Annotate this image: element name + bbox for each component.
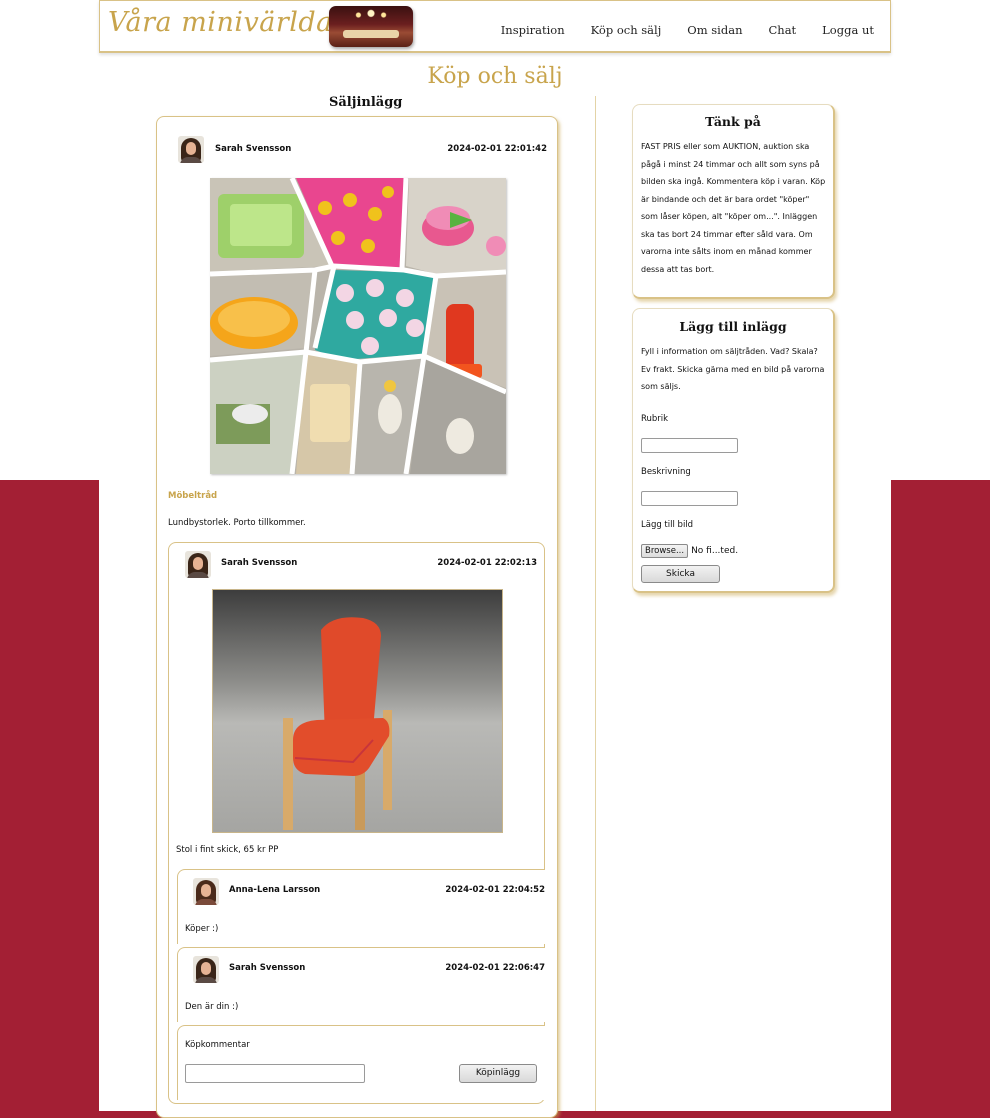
add-post-card: Lägg till inlägg Fyll i information om s… (632, 308, 835, 593)
post-subject: Möbeltråd (168, 491, 218, 501)
buy-comment-input[interactable] (185, 1064, 365, 1083)
comment-card: Sarah Svensson 2024-02-01 22:02:13 Stol … (168, 542, 545, 1104)
rubrik-input[interactable] (641, 438, 738, 453)
post-body: Lundbystorlek. Porto tillkommer. (168, 518, 306, 528)
logo-image (329, 6, 413, 47)
nav-kop-och-salj[interactable]: Köp och sälj (591, 23, 662, 37)
beskrivning-label: Beskrivning (641, 467, 691, 477)
section-title: Säljinlägg (329, 95, 403, 110)
reply-body: Köper :) (185, 924, 219, 934)
rubrik-label: Rubrik (641, 414, 669, 424)
reply-date: 2024-02-01 22:04:52 (445, 885, 545, 895)
post-author[interactable]: Sarah Svensson (215, 144, 291, 154)
nav-logga-ut[interactable]: Logga ut (822, 23, 874, 37)
reply-author[interactable]: Anna-Lena Larsson (229, 885, 320, 895)
comment-date: 2024-02-01 22:02:13 (437, 558, 537, 568)
site-header: Våra minivärldar Inspiration Köp och säl… (99, 0, 891, 53)
file-status: No fi...ted. (691, 546, 739, 556)
sale-post: Sarah Svensson 2024-02-01 22:01:42 Möbel… (156, 116, 558, 1118)
page-container: Våra minivärldar Inspiration Köp och säl… (99, 0, 891, 1118)
nav-chat[interactable]: Chat (768, 23, 796, 37)
nav-inspiration[interactable]: Inspiration (501, 23, 565, 37)
reply-card: Sarah Svensson 2024-02-01 22:06:47 Den ä… (177, 947, 545, 1022)
notice-card: Tänk på FAST PRIS eller som AUKTION, auk… (632, 104, 835, 299)
add-post-title: Lägg till inlägg (679, 319, 787, 334)
reply-card: Anna-Lena Larsson 2024-02-01 22:04:52 Kö… (177, 869, 545, 944)
chair-photo (212, 589, 503, 833)
reply-author[interactable]: Sarah Svensson (229, 963, 305, 973)
submit-button[interactable]: Skicka (641, 565, 720, 583)
nav-om-sidan[interactable]: Om sidan (687, 23, 742, 37)
notice-title: Tänk på (705, 114, 761, 129)
image-label: Lägg till bild (641, 520, 694, 530)
add-post-text: Fyll i information om säljtråden. Vad? S… (641, 347, 825, 391)
comment-body: Stol i fint skick, 65 kr PP (176, 845, 279, 855)
reply-body: Den är din :) (185, 1002, 239, 1012)
reply-date: 2024-02-01 22:06:47 (445, 963, 545, 973)
site-logo[interactable]: Våra minivärldar (108, 7, 346, 38)
beskrivning-input[interactable] (641, 491, 738, 506)
notice-text: FAST PRIS eller som AUKTION, auktion ska… (641, 142, 826, 274)
avatar (185, 551, 211, 578)
post-date: 2024-02-01 22:01:42 (447, 144, 547, 154)
comment-author[interactable]: Sarah Svensson (221, 558, 297, 568)
avatar (178, 136, 204, 163)
browse-button[interactable]: Browse... (641, 544, 689, 558)
avatar (193, 956, 219, 983)
buy-post-button[interactable]: Köpinlägg (459, 1064, 537, 1083)
avatar (193, 878, 219, 905)
page-title: Köp och sälj (427, 64, 563, 89)
file-input: Browse... No fi...ted. (641, 544, 738, 558)
column-divider (595, 96, 596, 1111)
main-nav: Inspiration Köp och sälj Om sidan Chat L… (475, 23, 874, 37)
buy-comment-form: Köpkommentar Köpinlägg (177, 1025, 545, 1100)
buy-comment-label: Köpkommentar (185, 1040, 250, 1050)
collage-svg (210, 178, 506, 474)
post-image-collage (210, 178, 506, 474)
